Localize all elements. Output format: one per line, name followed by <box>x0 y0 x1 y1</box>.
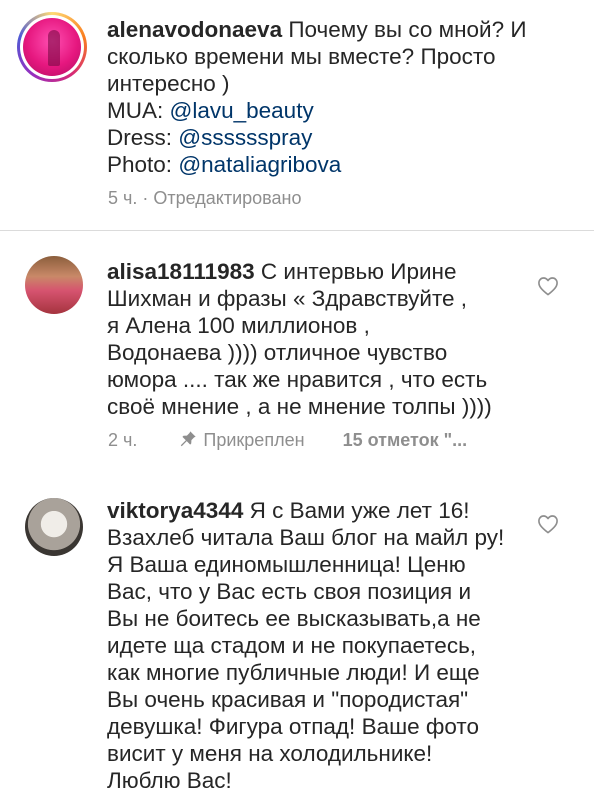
divider <box>0 230 594 231</box>
pinned-label: Прикреплен <box>203 430 305 450</box>
mention-link[interactable]: @sssssspray <box>178 125 312 150</box>
post-caption: alenavodonaeva Почему вы со мной? И скол… <box>0 0 594 228</box>
avatar[interactable] <box>25 498 83 556</box>
caption-text: alenavodonaeva Почему вы со мной? И скол… <box>107 17 527 177</box>
comment-time: 2 ч. <box>108 430 138 450</box>
caption-meta: 5 ч. · Отредактировано <box>108 188 302 208</box>
username[interactable]: alisa18111983 <box>107 259 255 284</box>
heart-outline-icon[interactable] <box>537 514 559 534</box>
username[interactable]: alenavodonaeva <box>107 17 282 42</box>
mention-link[interactable]: @lavu_beauty <box>170 98 314 123</box>
username[interactable]: viktorya4344 <box>107 498 243 523</box>
pin-icon <box>181 431 197 447</box>
avatar[interactable] <box>25 256 83 314</box>
comment-text: alisa18111983 С интервью Ирине Шихман и … <box>107 259 492 419</box>
heart-outline-icon[interactable] <box>537 276 559 296</box>
comment-meta: 2 ч. Прикреплен 15 отметок "... <box>108 430 467 451</box>
mention-link[interactable]: @nataliagribova <box>178 152 341 177</box>
likes-count[interactable]: 15 отметок "... <box>343 430 468 450</box>
avatar[interactable] <box>17 12 87 82</box>
comment-text: viktorya4344 Я с Вами уже лет 16! Взахле… <box>107 498 505 793</box>
